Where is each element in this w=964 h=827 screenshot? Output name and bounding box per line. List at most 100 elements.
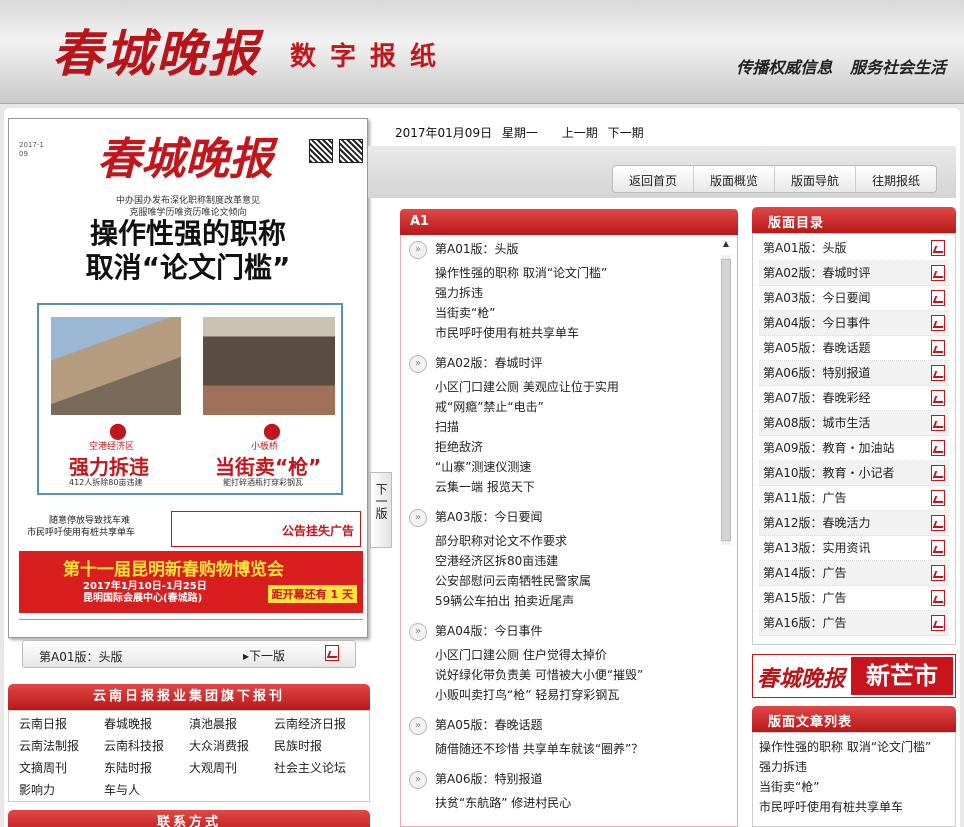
- group-paper-link[interactable]: 云南经济日报: [274, 713, 369, 735]
- location-pin-icon: ⬤: [109, 421, 127, 440]
- section-link[interactable]: » 第A03版：今日要闻: [401, 503, 737, 531]
- expo-ad-info: 2017年1月10日-1月25日 昆明国际会展中心(春城路): [83, 581, 207, 605]
- article-link[interactable]: 扶贫“东航路” 修进村民心: [401, 793, 737, 813]
- scroll-up-icon[interactable]: ▲: [719, 239, 733, 248]
- scrollbar[interactable]: ▲: [719, 239, 733, 549]
- toc-item[interactable]: 第A08版：城市生活: [759, 411, 949, 436]
- toc-item-label: 第A16版：广告: [763, 616, 847, 630]
- group-paper-link[interactable]: 滇池晨报: [189, 713, 274, 735]
- article-link[interactable]: 部分职称对论文不作要求: [401, 531, 737, 551]
- past-issues-button[interactable]: 往期报纸: [856, 166, 936, 192]
- issue-weekday: 星期一: [501, 126, 538, 140]
- toc-item[interactable]: 第A14版：广告: [759, 561, 949, 586]
- group-paper-link[interactable]: 民族时报: [274, 735, 369, 757]
- group-paper-link[interactable]: 车与人: [104, 779, 189, 801]
- paper-date: 2017-1 09: [19, 141, 44, 158]
- group-paper-link[interactable]: 大观周刊: [189, 757, 274, 779]
- article-list-item[interactable]: 市民呼吁使用有桩共享单车: [759, 797, 949, 817]
- group-paper-link[interactable]: 云南科技报: [104, 735, 189, 757]
- article-link[interactable]: 市民呼吁使用有桩共享单车: [401, 323, 737, 343]
- section-title: 第A04版：今日事件: [435, 624, 543, 638]
- section-link[interactable]: » 第A05版：春晚话题: [401, 711, 737, 739]
- toc-item[interactable]: 第A04版：今日事件: [759, 311, 949, 336]
- pdf-icon[interactable]: [931, 615, 945, 640]
- group-paper-link[interactable]: 云南日报: [19, 713, 104, 735]
- article-link[interactable]: 扫描: [401, 417, 737, 437]
- paper-logo: 春城晚报: [97, 134, 273, 185]
- article-link[interactable]: 随借随还不珍惜 共享单车就该“圈养”？: [401, 739, 737, 759]
- group-paper-link[interactable]: 大众消费报: [189, 735, 274, 757]
- issue-date: 2017年01月09日: [395, 126, 493, 140]
- section-link[interactable]: » 第A01版：头版: [401, 235, 737, 263]
- newspaper-page-preview[interactable]: 2017-1 09 春城晚报 中办国办发布深化职称制度改革意见 克服唯学历唯资历唯…: [8, 118, 368, 638]
- toc-item[interactable]: 第A12版：春晚活力: [759, 511, 949, 536]
- article-link[interactable]: 59辆公车拍出 拍卖近尾声: [401, 591, 737, 611]
- section-title: 第A02版：春城时评: [435, 356, 543, 370]
- toc-item-label: 第A02版：春城时评: [763, 266, 871, 280]
- expo-ad[interactable]: 第十一届昆明新春购物博览会 2017年1月10日-1月25日 昆明国际会展中心(…: [19, 551, 363, 613]
- toc-item[interactable]: 第A01版：头版: [759, 236, 949, 261]
- double-chevron-icon: »: [409, 771, 427, 789]
- prev-issue-link[interactable]: 上一期: [562, 126, 598, 140]
- toc-item[interactable]: 第A07版：春晚彩经: [759, 386, 949, 411]
- article-link[interactable]: 拒绝敌济: [401, 437, 737, 457]
- toc-item[interactable]: 第A03版：今日要闻: [759, 286, 949, 311]
- toc-item[interactable]: 第A05版：春晚话题: [759, 336, 949, 361]
- group-paper-link[interactable]: 云南法制报: [19, 735, 104, 757]
- scroll-thumb[interactable]: [721, 259, 731, 541]
- toc-item[interactable]: 第A16版：广告: [759, 611, 949, 636]
- banner-ad[interactable]: 春城晚报 新芒市: [752, 654, 956, 698]
- toc-item[interactable]: 第A09版：教育・加油站: [759, 436, 949, 461]
- toc-item[interactable]: 第A06版：特别报道: [759, 361, 949, 386]
- group-paper-link[interactable]: 东陆时报: [104, 757, 189, 779]
- next-page-tab[interactable]: 下一版: [370, 472, 392, 548]
- scroll-track[interactable]: [721, 255, 731, 545]
- article-link[interactable]: 戒“网瘾”禁止“电击”: [401, 397, 737, 417]
- toc-item-label: 第A11版：广告: [763, 491, 847, 505]
- article-list-item[interactable]: 强力拆违: [759, 757, 949, 777]
- toc-item[interactable]: 第A11版：广告: [759, 486, 949, 511]
- toc-item-label: 第A01版：头版: [763, 241, 847, 255]
- next-issue-link[interactable]: 下一期: [608, 126, 644, 140]
- group-paper-link[interactable]: 春城晚报: [104, 713, 189, 735]
- demolition-photo[interactable]: [51, 317, 181, 415]
- pdf-icon[interactable]: [325, 645, 339, 664]
- article-link[interactable]: 小区门口建公厕 美观应让位于实用: [401, 377, 737, 397]
- article-link[interactable]: 强力拆违: [401, 283, 737, 303]
- paper-bottom-story[interactable]: 随意停放导致找车难 市民呼吁使用有桩共享单车: [27, 515, 135, 539]
- article-link[interactable]: 空港经济区拆80亩违建: [401, 551, 737, 571]
- site-subtitle: 数字报纸: [290, 42, 451, 72]
- article-link[interactable]: 小区门口建公厕 住户觉得太掉价: [401, 645, 737, 665]
- article-link[interactable]: 操作性强的职称 取消“论文门槛”: [401, 263, 737, 283]
- article-link[interactable]: 说好绿化带负责美 可惜被大小便“摧毁”: [401, 665, 737, 685]
- section-link[interactable]: » 第A02版：春城时评: [401, 349, 737, 377]
- site-logo[interactable]: 春城晚报: [52, 14, 260, 86]
- section-link[interactable]: » 第A04版：今日事件: [401, 617, 737, 645]
- current-page-heading: A1: [400, 209, 738, 235]
- home-button[interactable]: 返回首页: [613, 166, 695, 192]
- next-page-link[interactable]: ▸下一版: [243, 647, 285, 664]
- article-link[interactable]: 云集一端 报览天下: [401, 477, 737, 497]
- article-link[interactable]: 当街卖“枪”: [401, 303, 737, 323]
- article-list-item[interactable]: 当街卖“枪”: [759, 777, 949, 797]
- toc-item[interactable]: 第A02版：春城时评: [759, 261, 949, 286]
- article-list-item[interactable]: 操作性强的职称 取消“论文门槛”: [759, 737, 949, 757]
- paper-headline[interactable]: 操作性强的职称 取消“论文门槛”: [9, 217, 367, 285]
- classified-ad[interactable]: 公告挂失广告: [171, 511, 361, 547]
- toc-item[interactable]: 第A10版：教育・小记者: [759, 461, 949, 486]
- toc-item[interactable]: 第A15版：广告: [759, 586, 949, 611]
- group-paper-link[interactable]: 文摘周刊: [19, 757, 104, 779]
- page-switcher: 第A01版：头版 ▸下一版: [22, 640, 356, 668]
- group-paper-link[interactable]: 社会主义论坛: [274, 757, 369, 779]
- toc-item[interactable]: 第A13版：实用资讯: [759, 536, 949, 561]
- overview-button[interactable]: 版面概览: [694, 166, 776, 192]
- vendor-photo[interactable]: [203, 317, 335, 415]
- article-link[interactable]: 公安部慰问云南牺牲民警家属: [401, 571, 737, 591]
- section-link[interactable]: » 第A06版：特别报道: [401, 765, 737, 793]
- article-link[interactable]: 小贩叫卖打鸟“枪” 轻易打穿彩钢瓦: [401, 685, 737, 705]
- article-link[interactable]: “山寨”测速仪测速: [401, 457, 737, 477]
- group-paper-link[interactable]: 影响力: [19, 779, 104, 801]
- navigation-button[interactable]: 版面导航: [775, 166, 857, 192]
- toc-item-label: 第A12版：春晚活力: [763, 516, 871, 530]
